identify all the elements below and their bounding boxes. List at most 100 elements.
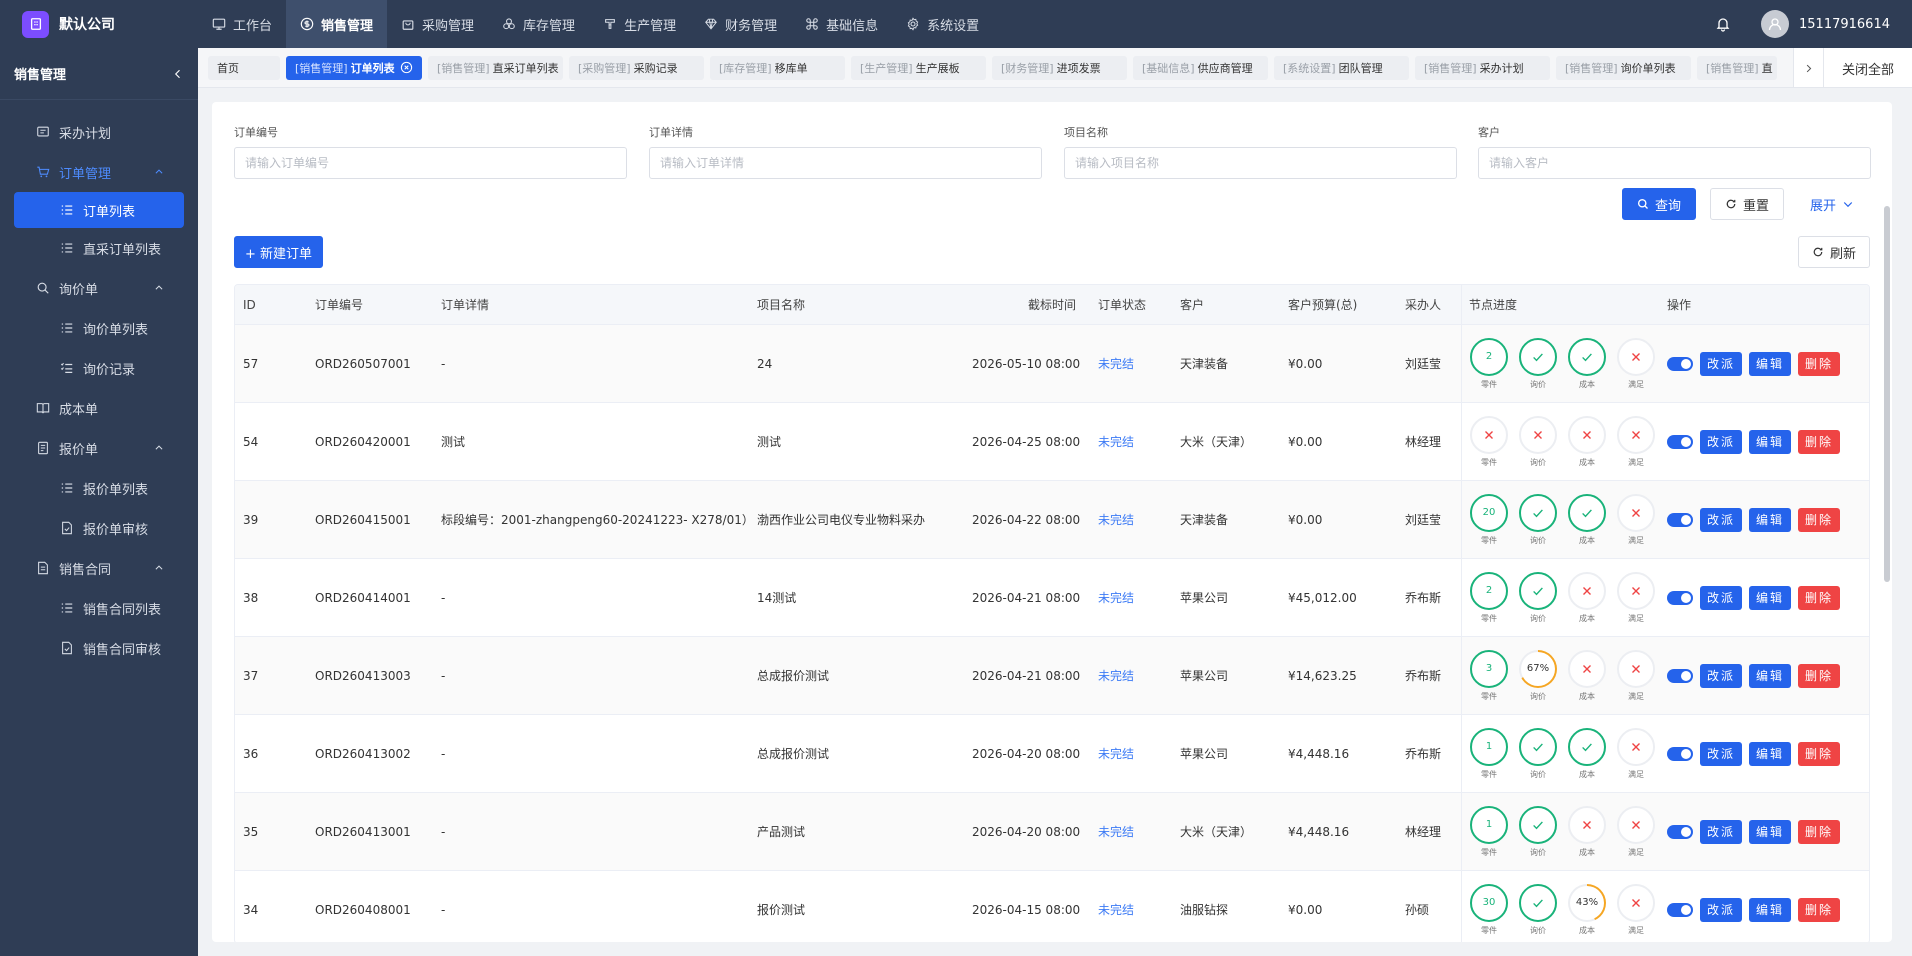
delete-button[interactable]: 删除	[1798, 585, 1841, 610]
edit-button[interactable]: 编辑	[1749, 819, 1792, 844]
topnav-finance[interactable]: 财务管理	[690, 0, 791, 48]
reassign-button[interactable]: 改派	[1700, 819, 1743, 844]
brand[interactable]: 默认公司	[0, 0, 198, 48]
close-tab-icon[interactable]	[400, 61, 413, 74]
sidebar-item-contract-list[interactable]: 销售合同列表	[0, 588, 198, 628]
tab-home[interactable]: 首页	[208, 55, 280, 80]
table-row[interactable]: 36 ORD260413002 - 总成报价测试 2026-04-20 08:00 未完结…	[235, 715, 1869, 793]
table-row[interactable]: 35 ORD260413001 - 产品测试 2026-04-20 08:00 未完结 大米…	[235, 793, 1869, 871]
tab-overflow[interactable]: [销售管理] 直	[1697, 55, 1777, 80]
tab-order-list[interactable]: [销售管理] 订单列表	[286, 55, 422, 80]
new-order-button[interactable]: + 新建订单	[234, 236, 323, 268]
edit-button[interactable]: 编辑	[1749, 663, 1792, 688]
tab-production-board[interactable]: [生产管理] 生产展板	[851, 55, 986, 80]
column-header-deadline[interactable]: 截标时间	[964, 296, 1090, 313]
tab-inquiry-list[interactable]: [销售管理] 询价单列表	[1556, 55, 1691, 80]
sidebar-item-inquiry-list[interactable]: 询价单列表	[0, 308, 198, 348]
reassign-button[interactable]: 改派	[1700, 741, 1743, 766]
edit-button[interactable]: 编辑	[1749, 507, 1792, 532]
topnav-purchase[interactable]: 采购管理	[387, 0, 488, 48]
column-header-order-no[interactable]: 订单编号	[307, 296, 433, 313]
reassign-button[interactable]: 改派	[1700, 429, 1743, 454]
tab-direct-order-list[interactable]: [销售管理] 直采订单列表	[428, 55, 563, 80]
table-row[interactable]: 37 ORD260413003 - 总成报价测试 2026-04-21 08:00 未完结…	[235, 637, 1869, 715]
avatar[interactable]	[1761, 10, 1790, 38]
reassign-button[interactable]: 改派	[1700, 897, 1743, 922]
column-header-id[interactable]: ID	[235, 298, 307, 312]
column-header-customer[interactable]: 客户	[1172, 296, 1280, 313]
column-header-order-detail[interactable]: 订单详情	[433, 296, 749, 313]
collapse-sidebar-icon[interactable]	[172, 68, 184, 80]
delete-button[interactable]: 删除	[1798, 429, 1841, 454]
sidebar-item-sales-contract[interactable]: 销售合同	[0, 548, 198, 588]
tab-supplier-management[interactable]: [基础信息] 供应商管理	[1133, 55, 1268, 80]
delete-button[interactable]: 删除	[1798, 741, 1841, 766]
delete-button[interactable]: 删除	[1798, 663, 1841, 688]
edit-button[interactable]: 编辑	[1749, 741, 1792, 766]
sidebar-item-order-management[interactable]: 订单管理	[0, 152, 198, 192]
edit-button[interactable]: 编辑	[1749, 585, 1792, 610]
order-detail-input[interactable]	[649, 147, 1042, 179]
active-toggle[interactable]	[1667, 746, 1693, 761]
column-header-status[interactable]: 订单状态	[1090, 296, 1172, 313]
active-toggle[interactable]	[1667, 668, 1693, 683]
active-toggle[interactable]	[1667, 824, 1693, 839]
sidebar-item-contract-review[interactable]: 销售合同审核	[0, 628, 198, 668]
topnav-settings[interactable]: 系统设置	[892, 0, 993, 48]
edit-button[interactable]: 编辑	[1749, 897, 1792, 922]
reassign-button[interactable]: 改派	[1700, 585, 1743, 610]
topnav-sales[interactable]: 销售管理	[286, 0, 388, 48]
active-toggle[interactable]	[1667, 356, 1693, 371]
topnav-inventory[interactable]: 库存管理	[488, 0, 589, 48]
sidebar-item-order-list[interactable]: 订单列表	[14, 192, 184, 228]
expand-button[interactable]: 展开	[1802, 188, 1862, 220]
order-no-input[interactable]	[234, 147, 627, 179]
project-name-input[interactable]	[1064, 147, 1457, 179]
sidebar-item-inquiry[interactable]: 询价单	[0, 268, 198, 308]
tab-input-invoice[interactable]: [财务管理] 进项发票	[992, 55, 1127, 80]
tab-team-management[interactable]: [系统设置] 团队管理	[1274, 55, 1409, 80]
username[interactable]: 15117916614	[1799, 17, 1890, 32]
reset-button[interactable]: 重置	[1710, 188, 1784, 220]
vertical-scrollbar[interactable]	[1884, 206, 1890, 582]
query-button[interactable]: 查询	[1622, 188, 1696, 220]
topnav-production[interactable]: 生产管理	[589, 0, 690, 48]
reassign-button[interactable]: 改派	[1700, 507, 1743, 532]
table-row[interactable]: 39 ORD260415001 标段编号：2001-zhangpeng60-2024…	[235, 481, 1869, 559]
sidebar-item-purchase-plan[interactable]: 采办计划	[0, 112, 198, 152]
close-all-tabs-button[interactable]: 关闭全部	[1822, 48, 1912, 87]
sidebar-item-quotation[interactable]: 报价单	[0, 428, 198, 468]
refresh-button[interactable]: 刷新	[1798, 236, 1870, 268]
delete-button[interactable]: 删除	[1798, 351, 1841, 376]
topnav-workbench[interactable]: 工作台	[198, 0, 286, 48]
sidebar-item-cost-sheet[interactable]: 成本单	[0, 388, 198, 428]
sidebar-item-direct-order-list[interactable]: 直采订单列表	[0, 228, 198, 268]
reassign-button[interactable]: 改派	[1700, 663, 1743, 688]
sidebar-item-quotation-list[interactable]: 报价单列表	[0, 468, 198, 508]
column-header-budget[interactable]: 客户预算(总)	[1280, 296, 1397, 313]
active-toggle[interactable]	[1667, 434, 1693, 449]
delete-button[interactable]: 删除	[1798, 819, 1841, 844]
customer-input[interactable]	[1478, 147, 1871, 179]
column-header-project[interactable]: 项目名称	[749, 296, 964, 313]
bell-icon[interactable]	[1715, 16, 1731, 32]
table-row[interactable]: 54 ORD260420001 测试 测试 2026-04-25 08:00 未完结 大米（…	[235, 403, 1869, 481]
tab-transfer-order[interactable]: [库存管理] 移库单	[710, 55, 845, 80]
sidebar-item-inquiry-records[interactable]: 询价记录	[0, 348, 198, 388]
tab-purchase-records[interactable]: [采购管理] 采购记录	[569, 55, 704, 80]
delete-button[interactable]: 删除	[1798, 507, 1841, 532]
table-row[interactable]: 38 ORD260414001 - 14测试 2026-04-21 08:00 未完结 苹果…	[235, 559, 1869, 637]
tab-purchase-plan[interactable]: [销售管理] 采办计划	[1415, 55, 1550, 80]
edit-button[interactable]: 编辑	[1749, 429, 1792, 454]
topnav-basic-info[interactable]: 基础信息	[791, 0, 892, 48]
active-toggle[interactable]	[1667, 902, 1693, 917]
column-header-buyer[interactable]: 采办人	[1397, 296, 1461, 313]
edit-button[interactable]: 编辑	[1749, 351, 1792, 376]
table-row[interactable]: 57 ORD260507001 - 24 2026-05-10 08:00 未完结 天津装备…	[235, 325, 1869, 403]
active-toggle[interactable]	[1667, 512, 1693, 527]
sidebar-item-quotation-review[interactable]: 报价单审核	[0, 508, 198, 548]
tabs-scroll-right[interactable]	[1792, 48, 1823, 87]
delete-button[interactable]: 删除	[1798, 897, 1841, 922]
active-toggle[interactable]	[1667, 590, 1693, 605]
reassign-button[interactable]: 改派	[1700, 351, 1743, 376]
